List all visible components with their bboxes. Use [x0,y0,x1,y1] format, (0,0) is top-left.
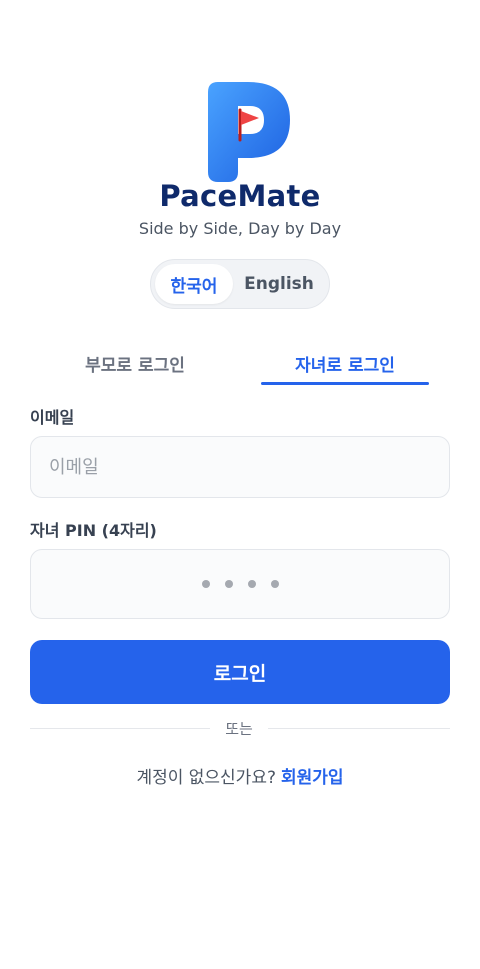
brand-name: PaceMate [159,179,321,213]
pin-input[interactable] [30,549,450,619]
tab-child-login[interactable]: 자녀로 로그인 [261,340,429,386]
language-english-button[interactable]: English [233,264,325,304]
login-screen: PaceMate Side by Side, Day by Day 한국어 En… [0,0,480,969]
email-field-container [30,436,450,498]
email-input[interactable] [31,437,449,497]
divider-text: 또는 [225,720,253,738]
tab-parent-login[interactable]: 부모로 로그인 [50,340,220,386]
login-button[interactable]: 로그인 [30,640,450,704]
divider-line-right [268,728,450,729]
divider-line-left [30,728,210,729]
pin-dot [201,580,210,588]
language-korean-button[interactable]: 한국어 [155,264,233,304]
pin-dots [201,580,279,588]
login-type-tabs: 부모로 로그인 자녀로 로그인 [30,340,450,388]
brand-tagline: Side by Side, Day by Day [138,219,342,238]
pin-label: 자녀 PIN (4자리) [30,521,157,540]
pin-dot [270,580,279,588]
signup-prompt: 계정이 없으신가요? [136,768,276,788]
email-label: 이메일 [30,408,75,427]
active-tab-indicator [261,382,429,385]
signup-row: 계정이 없으신가요? 회원가입 [0,763,480,788]
pin-dot [247,580,256,588]
language-toggle: 한국어 English [150,259,330,309]
pacemate-logo-icon [208,82,290,182]
or-divider: 또는 [30,718,450,740]
signup-link[interactable]: 회원가입 [281,768,344,788]
pin-dot [224,580,233,588]
